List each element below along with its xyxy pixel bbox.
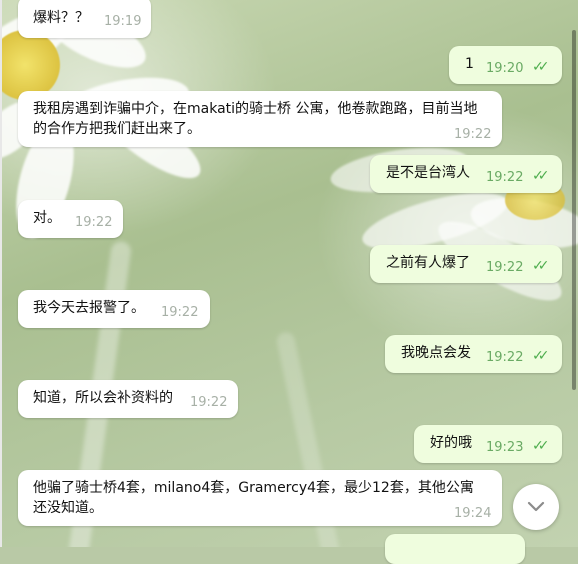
message-outgoing[interactable]: 好的哦 19:23 ✓✓	[414, 425, 562, 463]
double-check-icon: ✓✓	[532, 168, 550, 184]
message-text: 我今天去报警了。	[33, 300, 145, 316]
double-check-icon: ✓✓	[532, 59, 550, 75]
message-outgoing[interactable]: 1 19:20 ✓✓	[449, 46, 562, 84]
double-check-icon: ✓✓	[532, 258, 550, 274]
message-incoming[interactable]: 他骗了骑士桥4套，milano4套，Gramercy4套，最少12套，其他公寓 …	[18, 470, 502, 526]
message-time: 19:22	[190, 395, 228, 410]
double-check-icon: ✓✓	[532, 348, 550, 364]
message-outgoing[interactable]: 是不是台湾人 19:22 ✓✓	[370, 155, 562, 193]
double-check-icon: ✓✓	[532, 438, 550, 454]
message-text-line-2: 还没知道。	[33, 500, 103, 516]
message-text: 之前有人爆了	[386, 255, 470, 271]
message-incoming[interactable]: 我今天去报警了。 19:22	[18, 290, 210, 328]
message-text: 爆料？？	[33, 10, 89, 26]
message-text: 好的哦	[430, 435, 472, 451]
message-incoming[interactable]: 爆料？？ 19:19	[18, 0, 151, 38]
message-text-line-1: 我租房遇到诈骗中介，在makati的骑士桥 公寓，他卷款跑路，目前当地	[33, 101, 478, 117]
window-edge	[0, 0, 2, 547]
message-incoming[interactable]: 对。 19:22	[18, 200, 123, 238]
chevron-down-icon	[527, 501, 545, 512]
scrollbar[interactable]	[572, 30, 576, 390]
message-outgoing-partial[interactable]	[385, 534, 525, 564]
message-text: 我晚点会发	[401, 345, 471, 361]
message-time: 19:22	[486, 350, 524, 365]
message-outgoing[interactable]: 之前有人爆了 19:22 ✓✓	[370, 245, 562, 283]
message-time: 19:22	[161, 305, 199, 320]
message-text: 1	[465, 56, 474, 72]
message-text: 知道，所以会补资料的	[33, 390, 173, 406]
message-time: 19:22	[454, 127, 492, 142]
message-text-line-2: 的合作方把我们赶出来了。	[33, 121, 201, 137]
message-time: 19:20	[486, 61, 524, 76]
message-incoming[interactable]: 知道，所以会补资料的 19:22	[18, 380, 238, 418]
message-time: 19:22	[486, 170, 524, 185]
scroll-to-bottom-button[interactable]	[513, 484, 559, 530]
message-incoming[interactable]: 我租房遇到诈骗中介，在makati的骑士桥 公寓，他卷款跑路，目前当地 的合作方…	[18, 91, 502, 147]
message-text-line-1: 他骗了骑士桥4套，milano4套，Gramercy4套，最少12套，其他公寓	[33, 480, 474, 496]
message-time: 19:22	[486, 260, 524, 275]
message-time: 19:24	[454, 506, 492, 521]
message-time: 19:23	[486, 440, 524, 455]
message-text: 对。	[33, 210, 61, 226]
message-time: 19:19	[104, 14, 142, 29]
message-time: 19:22	[75, 215, 113, 230]
message-text: 是不是台湾人	[386, 165, 470, 181]
message-outgoing[interactable]: 我晚点会发 19:22 ✓✓	[385, 335, 562, 373]
